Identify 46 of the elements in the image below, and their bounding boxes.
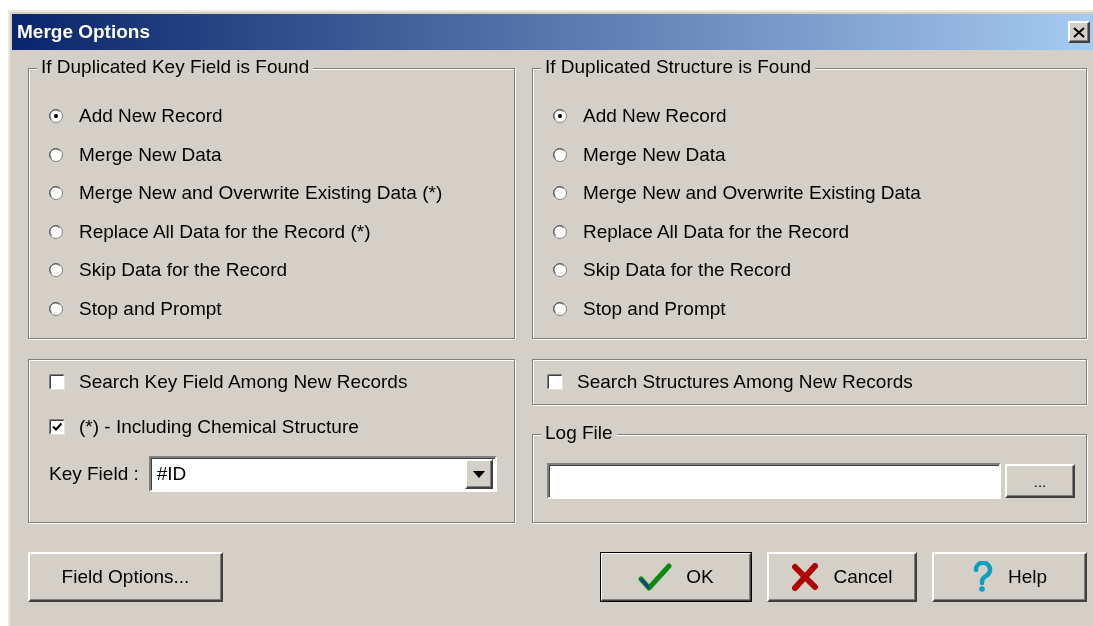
radio-option[interactable]: Add New Record: [553, 102, 727, 130]
checkbox-option[interactable]: Search Key Field Among New Records: [49, 368, 408, 396]
checkbox[interactable]: [49, 374, 65, 390]
radio-button[interactable]: [49, 301, 63, 316]
radio-button[interactable]: [553, 147, 567, 162]
checkbox[interactable]: [547, 374, 563, 390]
help-button[interactable]: Help: [932, 552, 1087, 602]
radio-option[interactable]: Replace All Data for the Record: [553, 217, 850, 246]
cross-icon: [791, 563, 820, 591]
radio-button[interactable]: [49, 109, 63, 123]
checkbox-option[interactable]: (*) - Including Chemical Structure: [49, 413, 359, 441]
radio-option[interactable]: Add New Record: [49, 102, 223, 130]
ok-button[interactable]: OK: [600, 552, 752, 602]
radio-option[interactable]: Merge New Data: [49, 140, 222, 169]
radio-button[interactable]: [553, 186, 567, 201]
radio-button[interactable]: [553, 263, 567, 278]
key-field-label: Key Field :: [49, 463, 139, 485]
close-button[interactable]: [1068, 21, 1090, 43]
field-options-button[interactable]: Field Options...: [28, 552, 223, 602]
radio-option[interactable]: Merge New Data: [553, 140, 726, 169]
radio-option[interactable]: Skip Data for the Record: [49, 256, 288, 285]
radio-option[interactable]: Merge New and Overwrite Existing Data: [553, 179, 921, 208]
radio-button[interactable]: [553, 301, 567, 316]
help-icon: [971, 561, 994, 593]
dropdown-arrow-button[interactable]: [464, 459, 493, 489]
window-title: Merge Options: [17, 21, 150, 43]
browse-button[interactable]: ...: [1005, 464, 1075, 498]
key-field-dropdown[interactable]: #ID: [148, 456, 497, 492]
checkbox[interactable]: [49, 419, 65, 435]
cancel-button[interactable]: Cancel: [767, 552, 917, 602]
log-file-input[interactable]: [547, 463, 1001, 499]
close-icon: [1073, 26, 1085, 38]
radio-option[interactable]: Replace All Data for the Record (*): [49, 217, 371, 246]
radio-button[interactable]: [49, 224, 63, 239]
radio-option[interactable]: Stop and Prompt: [553, 294, 726, 323]
radio-button[interactable]: [49, 147, 63, 162]
caret-icon: [472, 470, 485, 478]
radio-option[interactable]: Stop and Prompt: [49, 294, 222, 323]
radio-button[interactable]: [553, 109, 567, 123]
checkbox-option[interactable]: Search Structures Among New Records: [547, 368, 913, 396]
radio-button[interactable]: [49, 186, 63, 201]
radio-option[interactable]: Skip Data for the Record: [553, 256, 792, 285]
radio-button[interactable]: [49, 263, 63, 278]
radio-button[interactable]: [553, 224, 567, 239]
checkmark-icon: [638, 563, 673, 591]
radio-option[interactable]: Merge New and Overwrite Existing Data (*): [49, 179, 443, 208]
